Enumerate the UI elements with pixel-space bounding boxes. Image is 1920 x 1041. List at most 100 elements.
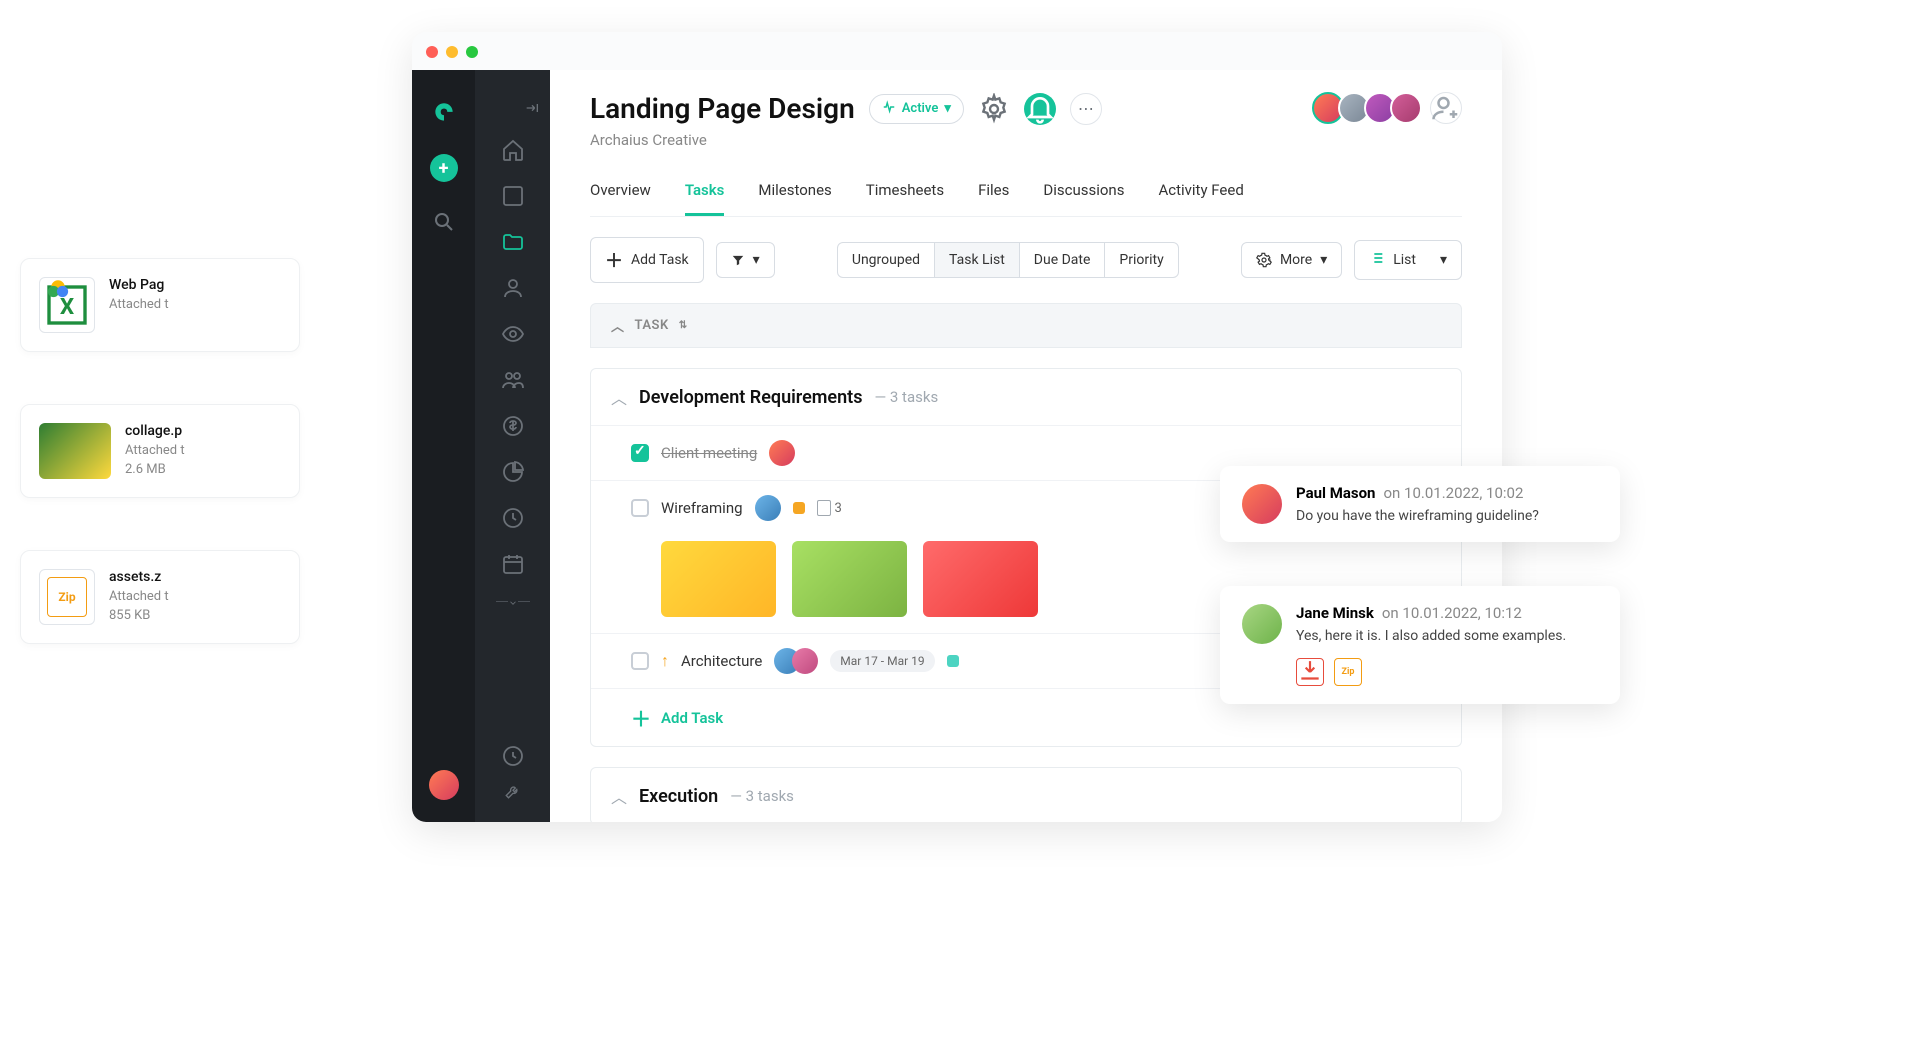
comment-author: Jane Minsk: [1296, 604, 1374, 622]
file-name: Web Pag: [109, 277, 169, 293]
task-checkbox[interactable]: [631, 444, 649, 462]
current-user-avatar[interactable]: [429, 770, 459, 800]
comment-avatar[interactable]: [1242, 484, 1282, 524]
user-icon[interactable]: [501, 276, 525, 300]
more-button[interactable]: ⋯: [1070, 93, 1102, 125]
comment-avatar[interactable]: [1242, 604, 1282, 644]
home-icon[interactable]: [501, 138, 525, 162]
expand-icon[interactable]: [498, 598, 528, 608]
sort-icon: ⇅: [679, 320, 688, 331]
tab-overview[interactable]: Overview: [590, 171, 651, 216]
assignee-avatar[interactable]: [769, 440, 795, 466]
tab-activity[interactable]: Activity Feed: [1158, 171, 1243, 216]
global-add-button[interactable]: +: [430, 154, 458, 182]
seg-priority[interactable]: Priority: [1105, 243, 1177, 277]
bg-file-card: Zip assets.z Attached t 855 KB: [20, 550, 300, 644]
comment-text: Do you have the wireframing guideline?: [1296, 508, 1539, 524]
list-icon: [1369, 250, 1385, 270]
collapse-icon: ︿: [611, 316, 625, 335]
thumbnail[interactable]: [923, 541, 1038, 617]
collapse-icon[interactable]: ︿: [611, 385, 627, 409]
file-sub: Attached t: [109, 589, 169, 604]
pdf-icon[interactable]: [1296, 658, 1324, 686]
status-pill[interactable]: Active ▾: [869, 94, 964, 124]
comment-timestamp: on 10.01.2022, 10:12: [1382, 604, 1522, 622]
file-name: collage.p: [125, 423, 185, 439]
project-org: Archaius Creative: [590, 131, 1462, 149]
notifications-button[interactable]: [1024, 93, 1056, 125]
file-sub: Attached t: [109, 297, 169, 312]
eye-icon[interactable]: [501, 322, 525, 346]
app-logo-icon[interactable]: [431, 100, 457, 126]
status-label: Active: [902, 101, 939, 116]
tab-timesheets[interactable]: Timesheets: [866, 171, 944, 216]
calendar-icon[interactable]: [501, 552, 525, 576]
secondary-sidebar: [475, 70, 550, 822]
file-sub: Attached t: [125, 443, 185, 458]
group-name: Execution: [639, 786, 718, 807]
task-checkbox[interactable]: [631, 652, 649, 670]
group-by-segmented: Ungrouped Task List Due Date Priority: [837, 242, 1179, 278]
clock-icon[interactable]: [501, 506, 525, 530]
wrench-icon[interactable]: [504, 782, 522, 800]
tabs: Overview Tasks Milestones Timesheets Fil…: [590, 171, 1462, 217]
assignee-avatar[interactable]: [755, 495, 781, 521]
thumbnail[interactable]: [661, 541, 776, 617]
group-name: Development Requirements: [639, 387, 862, 408]
task-checkbox[interactable]: [631, 499, 649, 517]
team-icon[interactable]: [501, 368, 525, 392]
zip-icon[interactable]: Zip: [1334, 658, 1362, 686]
file-name: assets.z: [109, 569, 169, 585]
primary-sidebar: +: [412, 70, 475, 822]
pulse-icon: [882, 100, 896, 118]
toolbar: ＋Add Task ▾ Ungrouped Task List Due Date…: [550, 217, 1502, 303]
task-name: Architecture: [681, 652, 762, 670]
bg-file-card: X Web Pag Attached t: [20, 258, 300, 352]
task-group: ︿ Execution — 3 tasks: [590, 767, 1462, 822]
history-icon[interactable]: [501, 744, 525, 768]
comment-card: Jane Minsk on 10.01.2022, 10:12 Yes, here…: [1220, 586, 1620, 704]
seg-duedate[interactable]: Due Date: [1020, 243, 1106, 277]
task-name: Client meeting: [661, 444, 757, 462]
view-switch-button[interactable]: List▾: [1354, 240, 1462, 280]
board-icon[interactable]: [501, 184, 525, 208]
dollar-icon[interactable]: [501, 414, 525, 438]
zip-icon: Zip: [39, 569, 95, 625]
task-column-header[interactable]: ︿ TASK ⇅: [590, 303, 1462, 348]
group-count: — 3 tasks: [874, 388, 938, 406]
seg-tasklist[interactable]: Task List: [935, 243, 1020, 277]
tab-discussions[interactable]: Discussions: [1043, 171, 1124, 216]
file-size: 855 KB: [109, 608, 169, 623]
comment-author: Paul Mason: [1296, 484, 1375, 502]
tag-badge: [947, 655, 959, 667]
chart-icon[interactable]: [501, 460, 525, 484]
priority-up-icon: ↑: [661, 651, 669, 671]
seg-ungrouped[interactable]: Ungrouped: [838, 243, 935, 277]
attachment-count[interactable]: 3: [817, 500, 842, 516]
tab-files[interactable]: Files: [978, 171, 1009, 216]
tab-tasks[interactable]: Tasks: [685, 171, 725, 216]
thumbnail[interactable]: [792, 541, 907, 617]
add-member-button[interactable]: [1430, 92, 1462, 124]
comment-card: Paul Masonon 10.01.2022, 10:02 Do you ha…: [1220, 466, 1620, 542]
comment-text: Yes, here it is. I also added some examp…: [1296, 628, 1566, 644]
settings-button[interactable]: [978, 93, 1010, 125]
more-options-button[interactable]: More▾: [1241, 242, 1342, 278]
bg-file-card: collage.p Attached t 2.6 MB: [20, 404, 300, 498]
collapse-icon[interactable]: ︿: [611, 784, 627, 808]
group-count: — 3 tasks: [730, 787, 794, 805]
tab-milestones[interactable]: Milestones: [758, 171, 831, 216]
filter-button[interactable]: ▾: [716, 242, 775, 278]
tag-badge: [793, 502, 805, 514]
collapse-icon[interactable]: [524, 100, 540, 116]
member-avatar[interactable]: [1390, 92, 1422, 124]
content-area: Landing Page Design Active ▾ ⋯ Archaius …: [550, 70, 1502, 822]
traffic-lights[interactable]: [426, 46, 478, 58]
date-pill: Mar 17 - Mar 19: [830, 650, 934, 672]
excel-icon: X: [39, 277, 95, 333]
assignee-avatar[interactable]: [792, 648, 818, 674]
folder-icon[interactable]: [501, 230, 525, 254]
search-icon[interactable]: [432, 210, 456, 234]
chevron-down-icon: ▾: [944, 101, 951, 116]
add-task-button[interactable]: ＋Add Task: [590, 237, 704, 283]
